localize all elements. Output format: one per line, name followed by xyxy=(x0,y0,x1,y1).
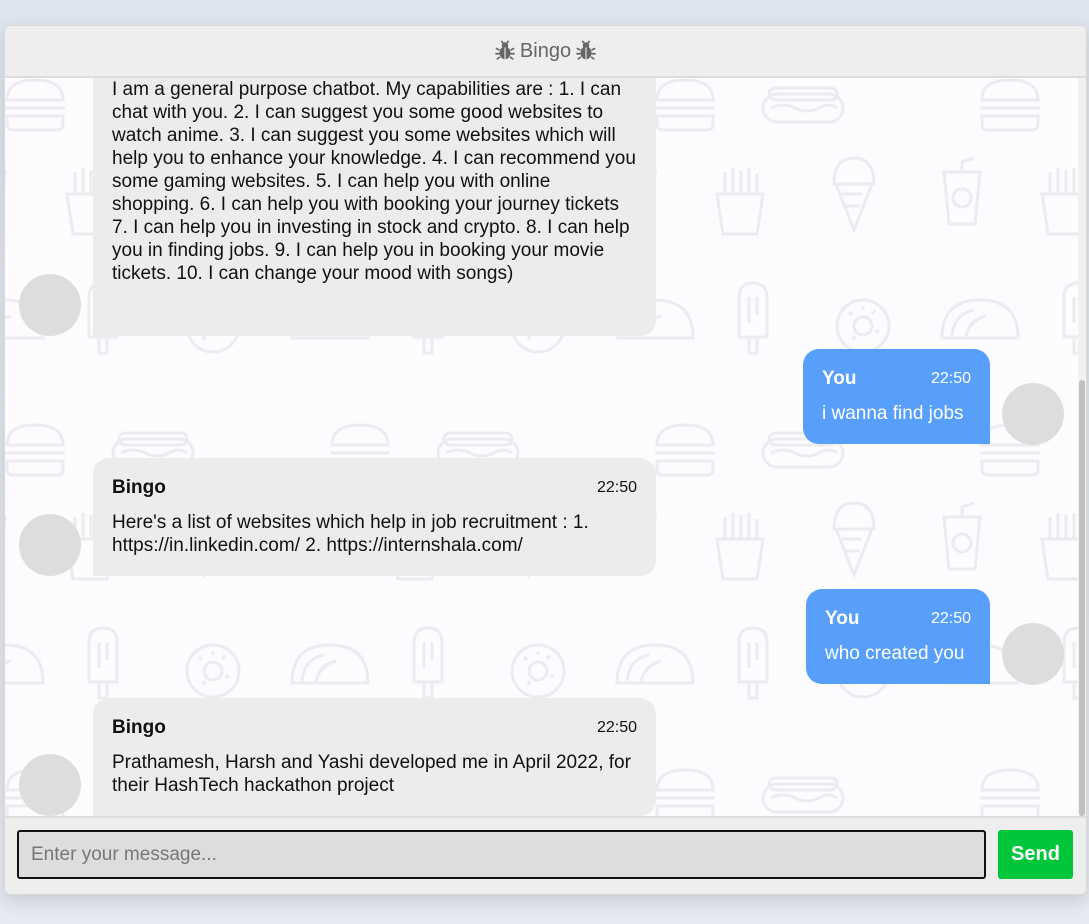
message-info: Bingo 22:50 xyxy=(112,716,637,739)
message-input-bar: Send xyxy=(5,816,1086,894)
chat-window: Bingo I am a general purpose chatbot. My… xyxy=(4,25,1087,895)
user-message: You 22:50 who created you xyxy=(806,589,990,684)
user-message: You 22:50 i wanna find jobs xyxy=(803,349,990,444)
message-sender: Bingo xyxy=(112,477,166,498)
message-info: You 22:50 xyxy=(825,607,971,630)
bug-icon xyxy=(576,40,596,60)
message-time: 22:50 xyxy=(596,479,637,496)
bot-message: Bingo 22:50 Prathamesh, Harsh and Yashi … xyxy=(93,698,656,816)
bot-message: Bingo 22:50 Here's a list of websites wh… xyxy=(93,458,656,576)
chat-header: Bingo xyxy=(5,26,1086,78)
message-time: 22:50 xyxy=(930,610,971,627)
bug-icon xyxy=(495,40,515,60)
user-avatar xyxy=(1002,623,1064,685)
message-sender: You xyxy=(822,368,857,389)
message-input[interactable] xyxy=(17,830,986,879)
user-avatar xyxy=(1002,383,1064,445)
message-info: Bingo 22:50 xyxy=(112,476,637,499)
bot-avatar xyxy=(19,514,81,576)
message-info: You 22:50 xyxy=(822,367,971,390)
message-time: 22:50 xyxy=(930,370,971,387)
bot-avatar xyxy=(19,754,81,816)
message-text: Prathamesh, Harsh and Yashi developed me… xyxy=(112,752,631,796)
message-time: 22:50 xyxy=(596,719,637,736)
message-list[interactable]: I am a general purpose chatbot. My capab… xyxy=(5,78,1078,816)
message-text: I am a general purpose chatbot. My capab… xyxy=(112,79,636,284)
bot-avatar xyxy=(19,274,81,336)
send-button[interactable]: Send xyxy=(998,830,1073,879)
message-text: who created you xyxy=(825,643,965,664)
message-text: Here's a list of websites which help in … xyxy=(112,512,589,556)
message-sender: Bingo xyxy=(112,717,166,738)
message-sender: You xyxy=(825,608,860,629)
chat-scrollbar[interactable] xyxy=(1078,78,1086,816)
chat-title: Bingo xyxy=(519,39,572,62)
message-text: i wanna find jobs xyxy=(822,403,964,424)
bot-message: I am a general purpose chatbot. My capab… xyxy=(93,78,656,336)
scrollbar-thumb[interactable] xyxy=(1079,380,1085,816)
